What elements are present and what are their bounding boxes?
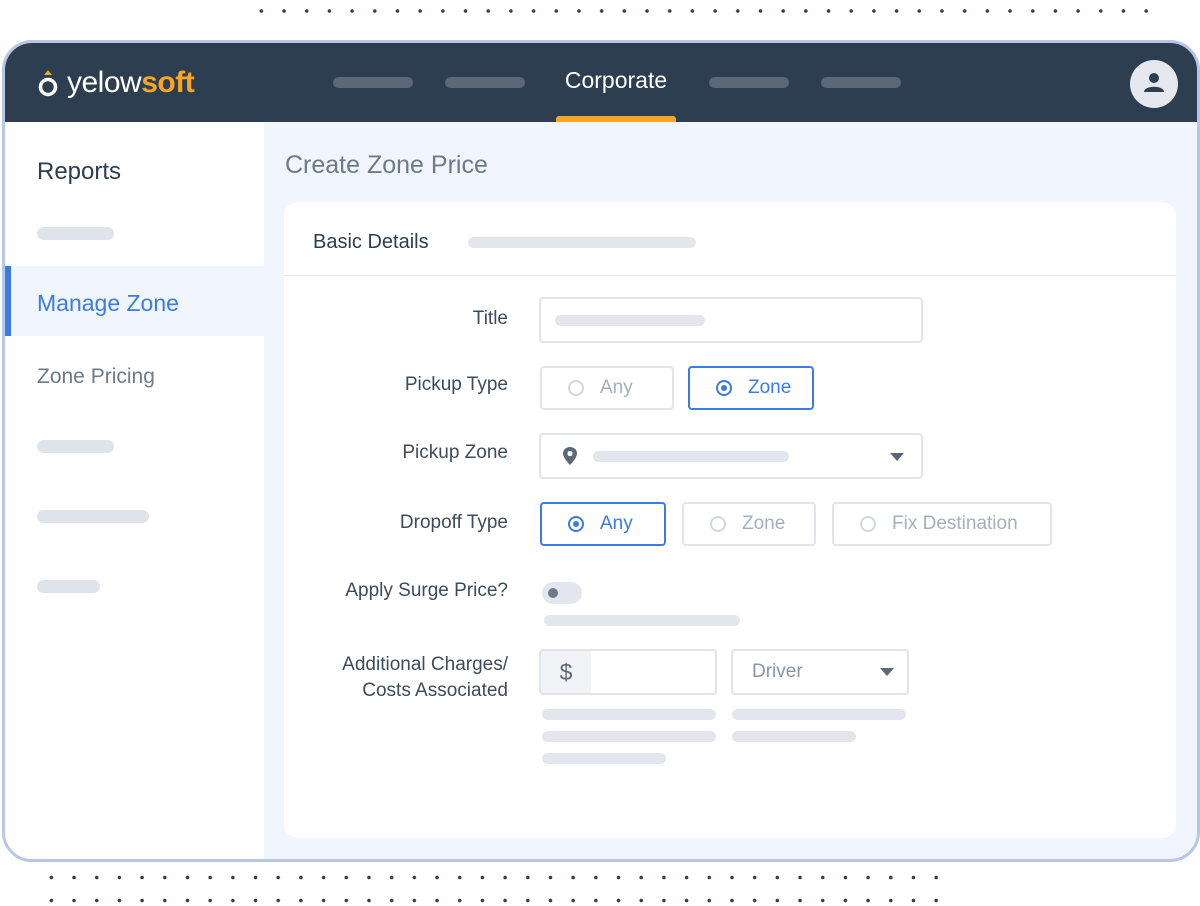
sidebar-item-placeholder[interactable] (37, 440, 114, 453)
dropoff-type-option-zone[interactable]: Zone (682, 502, 816, 546)
sidebar-item-placeholder[interactable] (37, 227, 114, 240)
helper-text-placeholder (544, 615, 740, 626)
dropoff-type-option-any[interactable]: Any (540, 502, 666, 546)
section-title: Basic Details (313, 231, 429, 253)
nav-item-placeholder[interactable] (333, 77, 413, 88)
pickup-type-option-any[interactable]: Any (540, 366, 674, 410)
form-card: Basic Details Title Pickup Type Any Zone… (284, 202, 1176, 838)
helper-text-placeholder (542, 731, 716, 742)
helper-text-placeholder (542, 753, 666, 764)
sidebar-item-label: Manage Zone (37, 290, 179, 316)
radio-selected-icon (716, 380, 732, 396)
option-label: Zone (748, 377, 792, 398)
radio-icon (860, 516, 876, 532)
additional-charges-label: Additional Charges/ Costs Associated (342, 652, 508, 704)
brand-logo[interactable]: yelowsoft (37, 65, 195, 101)
radio-selected-icon (568, 516, 584, 532)
top-navbar: yelowsoft Corporate (5, 43, 1197, 122)
nav-item-placeholder[interactable] (445, 77, 525, 88)
brand-name-part1: yelow (67, 66, 142, 99)
nav-item-corporate[interactable]: Corporate (553, 67, 679, 94)
charge-party-value: Driver (752, 661, 803, 682)
sidebar-title[interactable]: Reports (37, 158, 121, 186)
helper-text-placeholder (732, 731, 856, 742)
decorative-dots-top (250, 0, 1156, 30)
radio-icon (568, 380, 584, 396)
sidebar-item-zone-pricing[interactable]: Zone Pricing (37, 365, 155, 389)
additional-charges-label-line2: Costs Associated (362, 680, 508, 701)
nav-active-indicator (556, 116, 676, 122)
map-pin-icon (562, 446, 578, 471)
input-text-placeholder (555, 315, 705, 326)
helper-text-placeholder (542, 709, 716, 720)
additional-charges-input[interactable]: $ (539, 649, 717, 695)
sidebar-item-manage-zone[interactable]: Manage Zone (5, 266, 264, 336)
sidebar-item-placeholder[interactable] (37, 510, 149, 523)
section-subtitle-placeholder (468, 237, 696, 248)
page-title: Create Zone Price (285, 151, 488, 179)
caret-down-icon (880, 668, 894, 676)
charge-party-select[interactable]: Driver (731, 649, 909, 695)
brand-name-part2: soft (141, 66, 195, 99)
title-input[interactable] (539, 297, 923, 343)
nav-item-placeholder[interactable] (709, 77, 789, 88)
pickup-zone-select[interactable] (539, 433, 923, 479)
dropoff-type-label: Dropoff Type (399, 512, 508, 533)
option-label: Fix Destination (892, 513, 1018, 534)
sidebar: Reports Manage Zone Zone Pricing (5, 122, 264, 859)
option-label: Zone (742, 513, 786, 534)
pickup-type-option-zone[interactable]: Zone (688, 366, 814, 410)
select-value-placeholder (593, 451, 789, 462)
helper-text-placeholder (732, 709, 906, 720)
decorative-dots-bottom (40, 866, 950, 906)
sidebar-item-placeholder[interactable] (37, 580, 100, 593)
surge-price-label: Apply Surge Price? (345, 580, 508, 601)
nav-item-placeholder[interactable] (821, 77, 901, 88)
sidebar-active-indicator (5, 266, 11, 336)
option-label: Any (600, 377, 633, 398)
pickup-zone-label: Pickup Zone (402, 442, 508, 463)
dropoff-type-option-fix-destination[interactable]: Fix Destination (832, 502, 1052, 546)
brand-name: yelowsoft (67, 66, 195, 100)
user-icon (1143, 71, 1165, 98)
caret-down-icon (890, 453, 904, 461)
card-header: Basic Details (284, 202, 1176, 276)
user-avatar-button[interactable] (1130, 60, 1178, 108)
currency-prefix: $ (541, 651, 591, 693)
additional-charges-label-line1: Additional Charges/ (342, 654, 508, 675)
pickup-type-label: Pickup Type (404, 374, 508, 395)
option-label: Any (600, 513, 633, 534)
title-label: Title (472, 308, 508, 329)
app-window: yelowsoft Corporate Reports Manage Zone … (2, 40, 1200, 862)
yelowsoft-logo-icon (37, 68, 59, 98)
toggle-knob (548, 588, 558, 598)
surge-price-toggle[interactable] (542, 582, 582, 604)
radio-icon (710, 516, 726, 532)
